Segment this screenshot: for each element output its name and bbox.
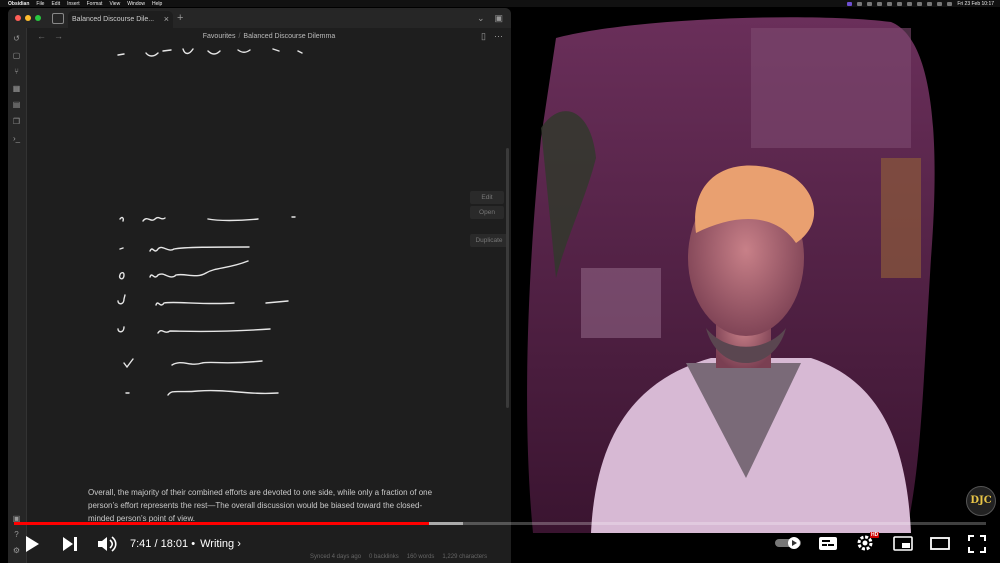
- macos-menubar: Obsidian File Edit Insert Format View Wi…: [0, 0, 1000, 7]
- more-options-icon[interactable]: ⋯: [494, 31, 503, 42]
- word-count: 160 words: [406, 554, 435, 560]
- webcam-video: [511, 8, 1000, 533]
- maximize-window-icon[interactable]: [35, 15, 41, 21]
- history-icon[interactable]: ↺: [12, 34, 21, 43]
- file-icon[interactable]: ▢: [12, 51, 21, 60]
- obsidian-status-bar: Synced 4 days ago 0 backlinks 160 words …: [310, 554, 487, 560]
- minimize-window-icon[interactable]: [25, 15, 31, 21]
- hd-badge: HD: [870, 532, 880, 538]
- menu-format[interactable]: Format: [87, 1, 103, 7]
- status-icon[interactable]: [917, 1, 923, 6]
- theater-mode-icon[interactable]: [930, 537, 950, 550]
- menu-app-name[interactable]: Obsidian: [8, 1, 29, 7]
- status-icon[interactable]: [897, 1, 903, 6]
- menu-window[interactable]: Window: [127, 1, 145, 7]
- graph-icon[interactable]: ⑂: [12, 67, 21, 76]
- menubar-status-area: Fri 23 Feb 10:17: [847, 0, 994, 7]
- duplicate-button[interactable]: Duplicate: [470, 234, 508, 247]
- obsidian-window: Balanced Discourse Dile... × + ⌄ ▣ ↺ ▢ ⑂…: [8, 8, 511, 563]
- menubar-clock[interactable]: Fri 23 Feb 10:17: [957, 1, 994, 7]
- duration: 18:01: [160, 538, 189, 550]
- current-time: 7:41: [130, 538, 152, 550]
- menubar-items: Obsidian File Edit Insert Format View Wi…: [0, 1, 162, 7]
- next-icon[interactable]: [62, 536, 78, 552]
- copy-icon[interactable]: ❐: [12, 117, 21, 126]
- calendar-icon[interactable]: ▤: [12, 100, 21, 109]
- title-bar: Balanced Discourse Dile... × + ⌄ ▣: [8, 8, 511, 28]
- chevron-down-icon[interactable]: ⌄: [477, 13, 485, 24]
- breadcrumb: Favourites / Balanced Discourse Dilemma: [27, 33, 511, 40]
- status-icon[interactable]: [867, 1, 873, 6]
- close-window-icon[interactable]: [15, 15, 21, 21]
- play-icon[interactable]: [24, 535, 40, 553]
- terminal-icon[interactable]: ›_: [12, 134, 21, 143]
- backlinks-count[interactable]: 0 backlinks: [369, 554, 399, 560]
- fullscreen-icon[interactable]: [968, 535, 986, 553]
- reading-view-icon[interactable]: ▯: [481, 31, 486, 42]
- time-display: 7:41 / 18:01 • Writing ›: [130, 538, 241, 550]
- open-button[interactable]: Open: [470, 206, 504, 219]
- control-center-icon[interactable]: [947, 1, 953, 6]
- left-ribbon: ↺ ▢ ⑂ ▦ ▤ ❐ ›_ ▣ ? ⚙: [8, 28, 27, 563]
- character-count: 1,229 characters: [442, 554, 488, 560]
- webcam-presenter-image: [527, 17, 935, 533]
- status-icon[interactable]: [887, 1, 893, 6]
- menu-edit[interactable]: Edit: [51, 1, 60, 7]
- player-controls: 7:41 / 18:01 • Writing › Synced 4 days a…: [0, 526, 1000, 563]
- edit-button[interactable]: Edit: [470, 191, 504, 204]
- breadcrumb-folder[interactable]: Favourites: [203, 33, 236, 40]
- search-icon[interactable]: [937, 1, 943, 6]
- chapter-button[interactable]: Writing: [200, 538, 234, 550]
- chevron-right-icon[interactable]: ›: [237, 538, 241, 550]
- editor-scrollbar[interactable]: [506, 148, 509, 408]
- sync-status[interactable]: Synced 4 days ago: [310, 554, 361, 560]
- channel-logo[interactable]: DJC: [966, 486, 996, 516]
- status-icon[interactable]: [907, 1, 913, 6]
- wifi-icon[interactable]: [927, 1, 933, 6]
- status-icon[interactable]: [857, 1, 863, 6]
- right-sidebar-toggle-icon[interactable]: ▣: [494, 13, 503, 24]
- note-paragraph[interactable]: Overall, the majority of their combined …: [88, 486, 448, 525]
- buffered-bar: [429, 522, 464, 525]
- volume-icon[interactable]: [97, 535, 117, 553]
- new-tab-icon[interactable]: +: [177, 12, 183, 24]
- autoplay-toggle[interactable]: [775, 536, 803, 550]
- sidebar-toggle-icon[interactable]: [52, 13, 64, 24]
- titlebar-right-controls: ⌄ ▣: [477, 13, 503, 24]
- status-icon[interactable]: [877, 1, 883, 6]
- menu-help[interactable]: Help: [152, 1, 162, 7]
- tab-label: Balanced Discourse Dile...: [72, 16, 155, 23]
- grid-icon[interactable]: ▦: [12, 84, 21, 93]
- video-progress-bar[interactable]: [14, 522, 986, 525]
- status-app-icon[interactable]: [847, 1, 853, 6]
- subtitles-icon[interactable]: [818, 536, 838, 551]
- close-icon[interactable]: ×: [164, 11, 169, 28]
- time-separator: /: [154, 538, 158, 550]
- miniplayer-icon[interactable]: [893, 536, 913, 551]
- menu-view[interactable]: View: [109, 1, 120, 7]
- window-controls: [15, 15, 41, 21]
- menu-file[interactable]: File: [36, 1, 44, 7]
- view-actions: ▯ ⋯: [481, 31, 503, 42]
- played-bar: [14, 522, 430, 525]
- breadcrumb-separator: /: [238, 33, 241, 40]
- handwriting-drawing[interactable]: [88, 43, 348, 403]
- tab-balanced-discourse[interactable]: Balanced Discourse Dile... ×: [68, 11, 173, 28]
- breadcrumb-note[interactable]: Balanced Discourse Dilemma: [243, 33, 335, 40]
- menu-insert[interactable]: Insert: [67, 1, 80, 7]
- chapter-separator: •: [191, 538, 196, 550]
